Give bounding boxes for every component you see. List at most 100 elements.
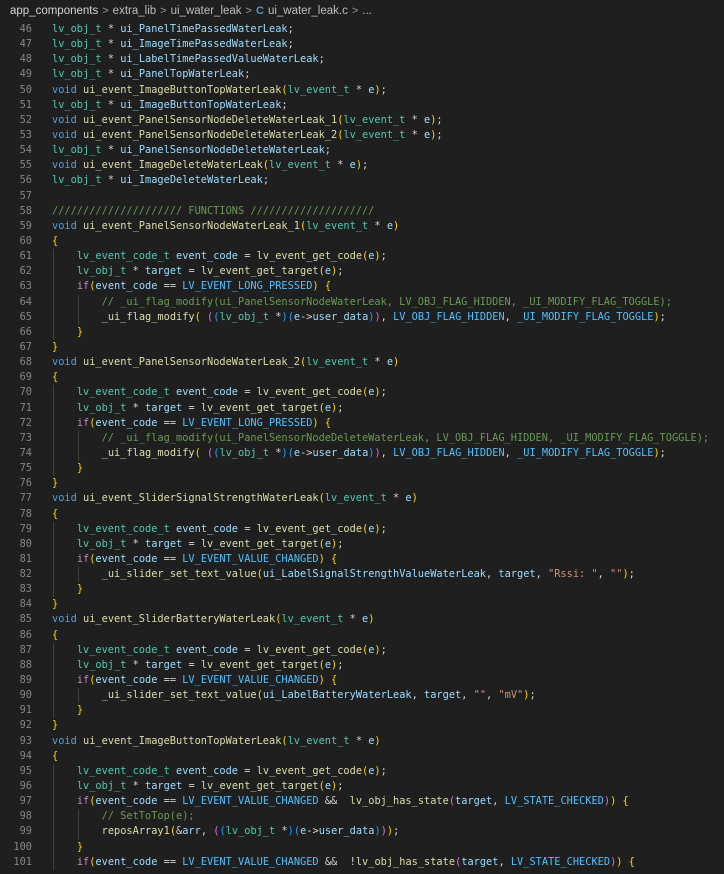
code-text: _ui_slider_set_text_value(ui_LabelSignal… bbox=[101, 568, 635, 581]
code-line[interactable]: 98 // SetToTop(e); bbox=[0, 809, 724, 825]
code-text: void ui_event_SliderBatteryWaterLeak(lv_… bbox=[52, 613, 375, 626]
code-line[interactable]: 65 _ui_flag_modify( ((lv_obj_t *)(e->use… bbox=[0, 309, 724, 325]
line-number: 75 bbox=[19, 462, 32, 475]
code-line[interactable]: 47 lv_obj_t * ui_ImageTimePassedWaterLeak… bbox=[0, 37, 724, 52]
code-line[interactable]: 79 lv_event_code_t event_code = lv_event… bbox=[0, 521, 724, 537]
code-line[interactable]: 58 ///////////////////// FUNCTIONS //////… bbox=[0, 204, 724, 219]
code-text: lv_event_code_t event_code = lv_event_ge… bbox=[76, 522, 387, 535]
code-line[interactable]: 51 lv_obj_t * ui_ImageButtonTopWaterLeak; bbox=[0, 98, 724, 113]
code-text: lv_event_code_t event_code = lv_event_ge… bbox=[76, 250, 387, 263]
code-line[interactable]: 86 { bbox=[0, 628, 724, 643]
code-line[interactable]: 48 lv_obj_t * ui_LabelTimePassedValueWate… bbox=[0, 52, 724, 67]
code-line[interactable]: 96 lv_obj_t * target = lv_event_get_targ… bbox=[0, 779, 724, 795]
code-line[interactable]: 73 // _ui_flag_modify(ui_PanelSensorNode… bbox=[0, 430, 724, 446]
code-line[interactable]: 101 if(event_code == LV_EVENT_VALUE_CHAN… bbox=[0, 854, 724, 870]
code-line[interactable]: 52 void ui_event_PanelSensorNodeDeleteWat… bbox=[0, 113, 724, 128]
code-line[interactable]: 59 void ui_event_PanelSensorNodeWaterLeak… bbox=[0, 219, 724, 234]
code-line[interactable]: 68 void ui_event_PanelSensorNodeWaterLeak… bbox=[0, 355, 724, 370]
code-text: lv_obj_t * ui_LabelTimePassedValueWaterL… bbox=[52, 53, 325, 66]
line-number: 68 bbox=[19, 356, 32, 369]
code-line[interactable]: 49 lv_obj_t * ui_PanelTopWaterLeak; bbox=[0, 67, 724, 82]
line-number: 88 bbox=[19, 658, 32, 671]
code-line[interactable]: 81 if(event_code == LV_EVENT_VALUE_CHANG… bbox=[0, 551, 724, 568]
line-number: 64 bbox=[19, 295, 32, 308]
code-line[interactable]: 90 _ui_slider_set_text_value(ui_LabelBat… bbox=[0, 688, 724, 704]
code-text: void ui_event_PanelSensorNodeDeleteWater… bbox=[52, 113, 443, 126]
code-line[interactable]: 71 lv_obj_t * target = lv_event_get_targ… bbox=[0, 400, 724, 416]
code-line[interactable]: 82 _ui_slider_set_text_value(ui_LabelSig… bbox=[0, 567, 724, 583]
line-number: 80 bbox=[19, 537, 32, 550]
breadcrumb-folder-ui-water-leak[interactable]: ui_water_leak bbox=[171, 5, 242, 17]
code-text: lv_obj_t * ui_PanelTopWaterLeak; bbox=[52, 68, 251, 81]
code-line[interactable]: 88 lv_obj_t * target = lv_event_get_targ… bbox=[0, 657, 724, 674]
code-line[interactable]: 67} bbox=[0, 340, 724, 355]
code-text: ///////////////////// FUNCTIONS ////////… bbox=[52, 204, 375, 217]
breadcrumb-folder-extra-lib[interactable]: extra_lib bbox=[113, 5, 156, 17]
line-number: 57 bbox=[19, 189, 32, 202]
line-number: 69 bbox=[19, 371, 32, 384]
code-line[interactable]: 56 lv_obj_t * ui_ImageDeleteWaterLeak; bbox=[0, 173, 724, 188]
code-line[interactable]: 66 } bbox=[0, 324, 724, 340]
code-text: lv_event_code_t event_code = lv_event_ge… bbox=[76, 386, 387, 399]
breadcrumb-folder-app-components[interactable]: app_components bbox=[10, 5, 98, 17]
code-line[interactable]: 95 lv_event_code_t event_code = lv_event… bbox=[0, 763, 724, 780]
line-number: 51 bbox=[19, 98, 32, 111]
code-line[interactable]: 57 bbox=[0, 189, 724, 204]
line-number: 67 bbox=[19, 340, 32, 353]
code-line[interactable]: 61 lv_event_code_t event_code = lv_event… bbox=[0, 249, 724, 265]
code-line[interactable]: 75 } bbox=[0, 461, 724, 477]
line-number: 93 bbox=[19, 734, 32, 747]
code-line[interactable]: 46 lv_obj_t * ui_PanelTimePassedWaterLeak… bbox=[0, 22, 724, 37]
code-line[interactable]: 89 if(event_code == LV_EVENT_VALUE_CHANG… bbox=[0, 673, 724, 689]
code-line[interactable]: 62 lv_obj_t * target = lv_event_get_targ… bbox=[0, 264, 724, 280]
code-line[interactable]: 63 if(event_code == LV_EVENT_LONG_PRESSE… bbox=[0, 279, 724, 295]
code-line[interactable]: 94 { bbox=[0, 749, 724, 764]
code-text: { bbox=[52, 749, 59, 762]
code-text: } bbox=[76, 583, 84, 596]
code-line[interactable]: 78 { bbox=[0, 507, 724, 522]
code-editor[interactable]: 46 lv_obj_t * ui_PanelTimePassedWaterLeak… bbox=[0, 22, 724, 874]
code-text: lv_obj_t * target = lv_event_get_target(… bbox=[76, 401, 344, 414]
line-number: 84 bbox=[19, 598, 32, 611]
code-line[interactable]: 72 if(event_code == LV_EVENT_LONG_PRESSE… bbox=[0, 415, 724, 431]
code-text: if(event_code == LV_EVENT_VALUE_CHANGED)… bbox=[76, 552, 338, 565]
code-line[interactable]: 60 { bbox=[0, 234, 724, 249]
line-number: 91 bbox=[19, 704, 32, 717]
code-line[interactable]: 93 void ui_event_ImageButtonTopWaterLeak(… bbox=[0, 734, 724, 749]
code-line[interactable]: 76} bbox=[0, 476, 724, 491]
code-text: { bbox=[52, 234, 59, 247]
code-line[interactable]: 55 void ui_event_ImageDeleteWaterLeak(lv_… bbox=[0, 158, 724, 173]
line-number: 78 bbox=[19, 507, 32, 520]
code-line[interactable]: 91 } bbox=[0, 703, 724, 719]
code-line[interactable]: 85 void ui_event_SliderBatteryWaterLeak(l… bbox=[0, 612, 724, 627]
code-text: if(event_code == LV_EVENT_VALUE_CHANGED … bbox=[76, 795, 629, 808]
code-text: lv_obj_t * target = lv_event_get_target(… bbox=[76, 780, 344, 793]
code-text: lv_obj_t * ui_ImageDeleteWaterLeak; bbox=[52, 174, 270, 187]
chevron-right-icon: > bbox=[351, 5, 359, 17]
code-line[interactable]: 70 lv_event_code_t event_code = lv_event… bbox=[0, 385, 724, 401]
code-line[interactable]: 53 void ui_event_PanelSensorNodeDeleteWat… bbox=[0, 128, 724, 143]
code-line[interactable]: 64 // _ui_flag_modify(ui_PanelSensorNode… bbox=[0, 294, 724, 310]
code-text: { bbox=[52, 371, 59, 384]
breadcrumb-symbol-more[interactable]: ... bbox=[362, 5, 372, 17]
line-number: 52 bbox=[19, 113, 32, 126]
line-number: 59 bbox=[19, 219, 32, 232]
breadcrumb-file[interactable]: ui_water_leak.c bbox=[268, 5, 348, 17]
code-line[interactable]: 50 void ui_event_ImageButtonTopWaterLeak(… bbox=[0, 83, 724, 98]
code-line[interactable]: 77 void ui_event_SliderSignalStrengthWate… bbox=[0, 491, 724, 506]
code-line[interactable]: 54 lv_obj_t * ui_PanelSensorNodeDeleteWat… bbox=[0, 143, 724, 158]
code-line[interactable]: 87 lv_event_code_t event_code = lv_event… bbox=[0, 642, 724, 658]
code-line[interactable]: 92} bbox=[0, 718, 724, 733]
code-line[interactable]: 74 _ui_flag_modify( ((lv_obj_t *)(e->use… bbox=[0, 445, 724, 462]
code-line[interactable]: 97 if(event_code == LV_EVENT_VALUE_CHANG… bbox=[0, 794, 724, 810]
code-text: // _ui_flag_modify(ui_PanelSensorNodeWat… bbox=[101, 295, 672, 308]
code-line[interactable]: 100 } bbox=[0, 839, 724, 855]
code-text: } bbox=[52, 719, 59, 732]
code-line[interactable]: 84} bbox=[0, 597, 724, 612]
code-line[interactable]: 83 } bbox=[0, 582, 724, 598]
code-text: reposArray1(&arr, ((lv_obj_t *)(e->user_… bbox=[101, 825, 400, 838]
code-text: if(event_code == LV_EVENT_LONG_PRESSED) … bbox=[76, 416, 332, 429]
code-line[interactable]: 99 reposArray1(&arr, ((lv_obj_t *)(e->us… bbox=[0, 824, 724, 840]
code-line[interactable]: 69 { bbox=[0, 370, 724, 385]
code-line[interactable]: 80 lv_obj_t * target = lv_event_get_targ… bbox=[0, 536, 724, 552]
